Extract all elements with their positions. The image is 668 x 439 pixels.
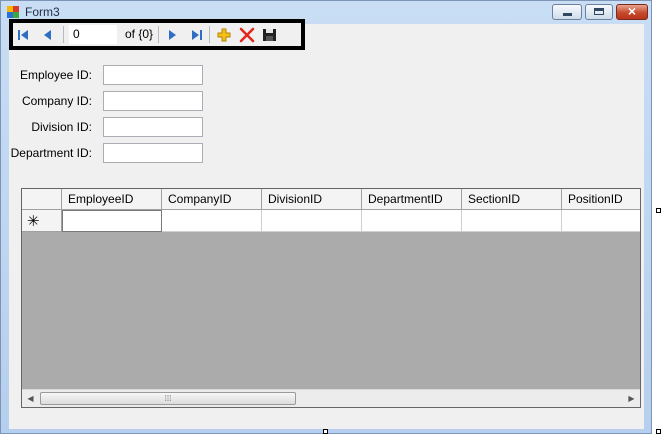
scroll-left-icon[interactable]: ◀ xyxy=(22,390,39,407)
new-row-header[interactable]: ✳ xyxy=(22,210,62,232)
new-row-cell-companyid[interactable] xyxy=(162,210,262,232)
move-last-button[interactable] xyxy=(187,27,205,43)
resize-handle-bottom[interactable] xyxy=(323,429,328,434)
minimize-button[interactable] xyxy=(552,4,582,20)
department-id-label: Department ID: xyxy=(10,146,92,160)
new-row-cell-departmentid[interactable] xyxy=(362,210,462,232)
move-first-button[interactable] xyxy=(15,27,33,43)
add-new-button[interactable] xyxy=(215,27,233,43)
add-new-icon xyxy=(217,28,231,42)
save-button[interactable] xyxy=(261,27,279,43)
employee-id-field[interactable] xyxy=(103,65,203,85)
toolbar-separator xyxy=(63,26,64,43)
save-icon xyxy=(263,29,276,41)
form-window: Form3 × 0 of {0} Employee ID: Company ID… xyxy=(0,0,652,434)
department-id-field[interactable] xyxy=(103,143,203,163)
scroll-thumb[interactable]: ⁞⁞⁞ xyxy=(40,392,296,405)
company-id-field[interactable] xyxy=(103,91,203,111)
minimize-icon xyxy=(563,13,572,16)
horizontal-scrollbar[interactable]: ◀ ⁞⁞⁞ ▶ xyxy=(22,389,640,407)
position-input[interactable]: 0 xyxy=(69,25,117,44)
column-header-positionid[interactable]: PositionID xyxy=(562,189,640,210)
company-id-label: Company ID: xyxy=(21,94,92,108)
column-header-departmentid[interactable]: DepartmentID xyxy=(362,189,462,210)
window-title: Form3 xyxy=(25,5,60,19)
employee-id-label: Employee ID: xyxy=(19,68,92,82)
division-id-field[interactable] xyxy=(103,117,203,137)
delete-icon xyxy=(239,27,255,43)
resize-handle-right[interactable] xyxy=(656,208,661,213)
grid-corner-header[interactable] xyxy=(22,189,62,210)
move-first-icon xyxy=(18,30,28,40)
division-id-label: Division ID: xyxy=(31,120,92,134)
delete-button[interactable] xyxy=(238,27,256,43)
move-previous-button[interactable] xyxy=(39,27,57,43)
resize-handle-corner[interactable] xyxy=(656,429,661,434)
column-header-employeeid[interactable]: EmployeeID xyxy=(62,189,162,210)
maximize-button[interactable] xyxy=(585,4,613,20)
binding-navigator: 0 of {0} xyxy=(9,19,305,50)
column-header-companyid[interactable]: CompanyID xyxy=(162,189,262,210)
move-previous-icon xyxy=(44,30,51,40)
scroll-right-icon[interactable]: ▶ xyxy=(623,390,640,407)
new-row-cell-employeeid[interactable] xyxy=(62,210,162,232)
column-header-sectionid[interactable]: SectionID xyxy=(462,189,562,210)
data-grid[interactable]: EmployeeID CompanyID DivisionID Departme… xyxy=(21,188,641,408)
close-button[interactable]: × xyxy=(616,3,648,20)
move-next-button[interactable] xyxy=(163,27,181,43)
new-row-cell-divisionid[interactable] xyxy=(262,210,362,232)
form-client-area: 0 of {0} Employee ID: Company ID: Divisi… xyxy=(9,19,644,429)
column-header-divisionid[interactable]: DivisionID xyxy=(262,189,362,210)
new-row-icon: ✳ xyxy=(27,213,40,230)
move-last-icon xyxy=(192,30,202,40)
count-label: of {0} xyxy=(125,27,154,41)
app-icon xyxy=(7,6,19,18)
new-row-cell-positionid[interactable] xyxy=(562,210,640,232)
move-next-icon xyxy=(169,30,176,40)
maximize-icon xyxy=(594,8,604,15)
new-row-cell-sectionid[interactable] xyxy=(462,210,562,232)
toolbar-separator xyxy=(209,26,210,43)
close-icon: × xyxy=(627,3,637,19)
toolbar-separator xyxy=(158,26,159,43)
